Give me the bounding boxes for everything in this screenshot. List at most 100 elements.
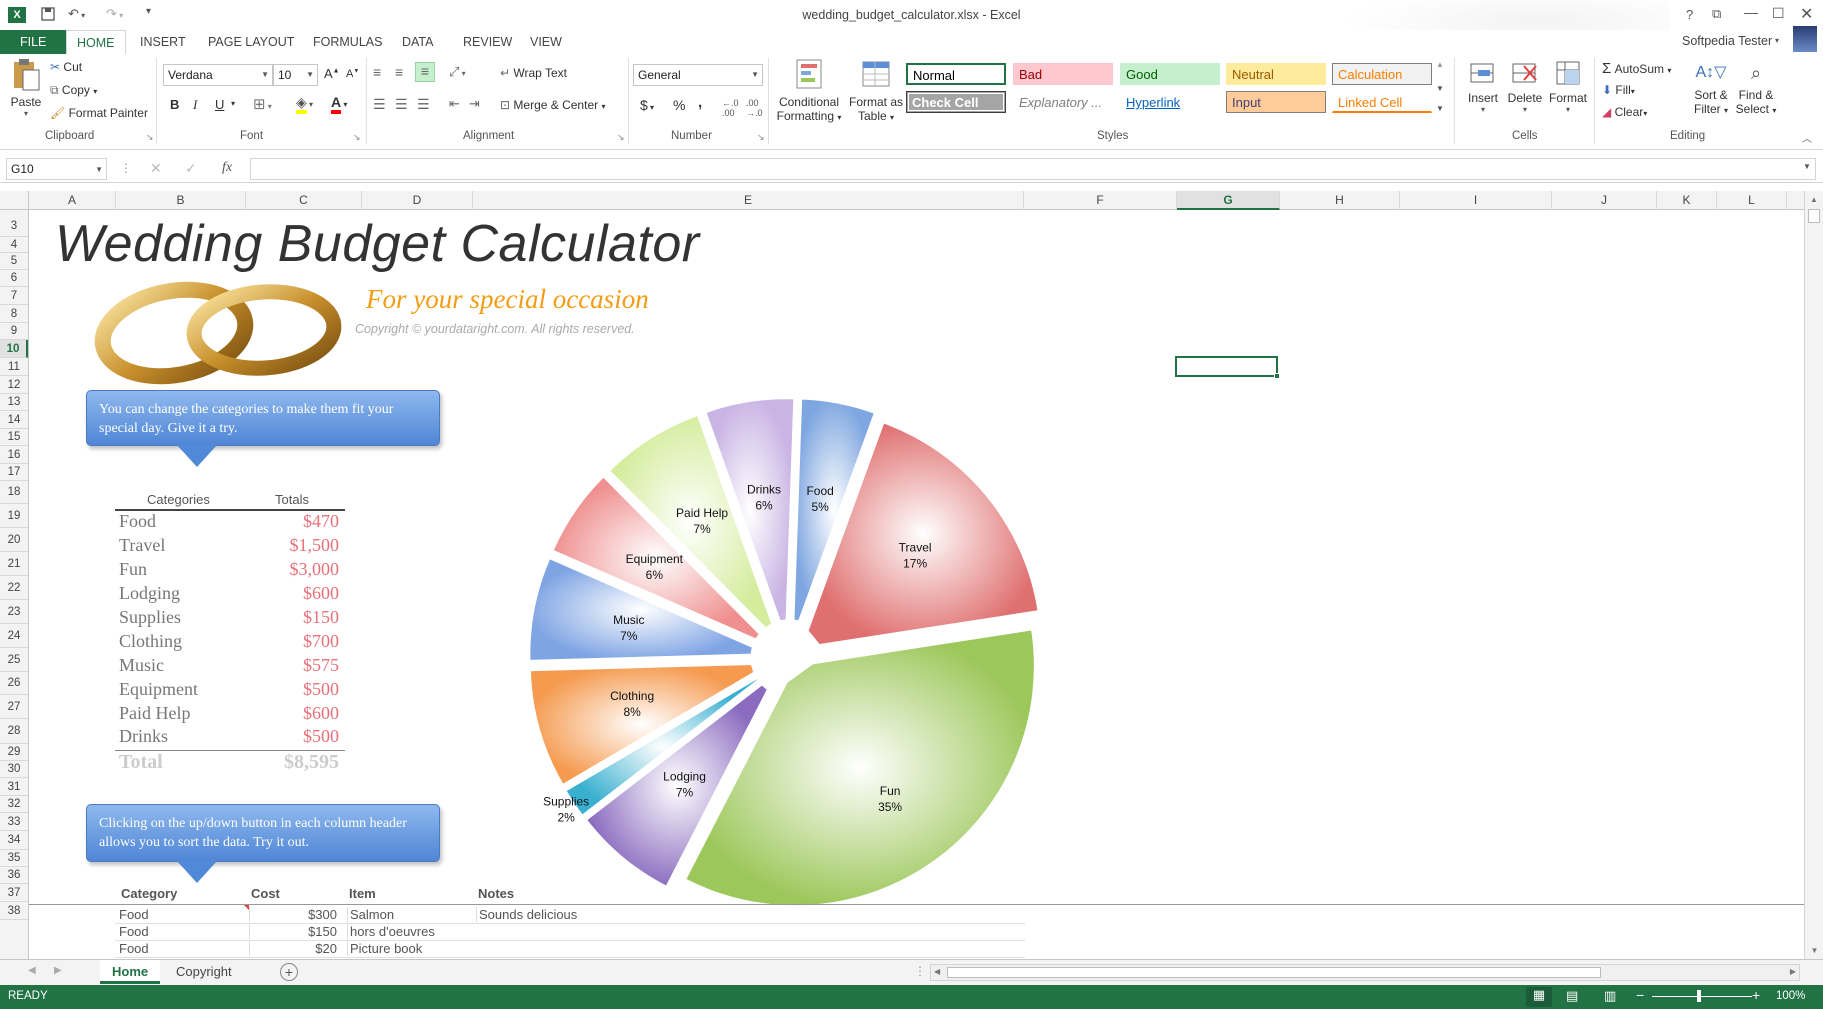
fill-color-icon[interactable]: ◈ ▾ xyxy=(296,94,313,114)
zoom-slider-thumb[interactable] xyxy=(1697,990,1701,1002)
fill-handle[interactable] xyxy=(1274,373,1280,379)
summary-amount[interactable]: $3,000 xyxy=(239,559,340,580)
summary-category[interactable]: Clothing xyxy=(119,631,182,652)
normal-view-icon[interactable]: ▦ xyxy=(1526,987,1552,1007)
zoom-in-icon[interactable]: + xyxy=(1752,987,1760,1003)
row-header-29[interactable]: 29 xyxy=(0,744,28,761)
increase-decimal-icon[interactable]: ←.0.00 xyxy=(722,98,739,118)
tab-view[interactable]: VIEW xyxy=(520,30,572,54)
detail-cell[interactable]: hors d'oeuvres xyxy=(347,924,475,939)
avatar[interactable] xyxy=(1793,26,1817,52)
underline-button[interactable]: U xyxy=(215,97,224,112)
tab-split-grip-icon[interactable]: ⋮ xyxy=(914,964,926,978)
column-header-d[interactable]: D xyxy=(362,191,473,210)
row-header-30[interactable]: 30 xyxy=(0,761,28,778)
orientation-icon[interactable]: ⤢ ▾ xyxy=(449,64,466,80)
tab-insert[interactable]: INSERT xyxy=(130,30,196,54)
row-header-25[interactable]: 25 xyxy=(0,648,28,672)
column-header-j[interactable]: J xyxy=(1552,191,1657,210)
minimize-button[interactable]: — xyxy=(1744,4,1758,20)
confirm-entry-icon[interactable]: ✓ xyxy=(185,160,197,177)
tab-data[interactable]: DATA xyxy=(392,30,443,54)
column-header-l[interactable]: L xyxy=(1717,191,1787,210)
selected-cell-g10[interactable] xyxy=(1175,356,1278,377)
detail-cell[interactable]: Food xyxy=(119,924,249,939)
cell-style-linked-cell[interactable]: Linked Cell xyxy=(1332,91,1432,113)
align-middle-icon[interactable]: ≡ xyxy=(395,64,403,80)
column-header-f[interactable]: F xyxy=(1024,191,1177,210)
align-top-icon[interactable]: ≡ xyxy=(373,64,381,80)
wrap-text-button[interactable]: ↵ Wrap Text xyxy=(500,66,567,80)
cell-style-calculation[interactable]: Calculation xyxy=(1332,63,1432,85)
summary-category[interactable]: Equipment xyxy=(119,679,198,700)
row-header-7[interactable]: 7 xyxy=(0,287,28,305)
font-color-icon[interactable]: A ▾ xyxy=(331,94,347,114)
row-header-38[interactable]: 38 xyxy=(0,902,28,920)
gallery-scroll-down-icon[interactable]: ▼ xyxy=(1436,84,1444,93)
summary-amount[interactable]: $600 xyxy=(239,583,339,604)
help-button[interactable]: ? xyxy=(1686,7,1693,22)
cell-style-input[interactable]: Input xyxy=(1226,91,1326,113)
row-header-31[interactable]: 31 xyxy=(0,778,28,796)
cut-button[interactable]: ✂ Cut xyxy=(50,60,82,74)
row-header-36[interactable]: 36 xyxy=(0,867,28,884)
paste-button[interactable]: Paste ▾ xyxy=(8,58,44,128)
summary-amount[interactable]: $575 xyxy=(239,655,339,676)
summary-header-totals[interactable]: Totals xyxy=(275,492,309,507)
row-header-33[interactable]: 33 xyxy=(0,813,28,831)
format-cells-button[interactable]: Format ▾ xyxy=(1546,58,1590,114)
column-header-e[interactable]: E xyxy=(473,191,1024,210)
summary-amount[interactable]: $470 xyxy=(239,511,339,532)
detail-cell[interactable]: Picture book xyxy=(347,941,475,956)
fill-button[interactable]: ⬇ Fill▾ xyxy=(1602,83,1635,97)
summary-category[interactable]: Drinks xyxy=(119,726,168,747)
gallery-more-icon[interactable]: ▼ xyxy=(1436,104,1444,113)
format-as-table-button[interactable]: Format as Table ▾ xyxy=(846,58,906,123)
row-header-9[interactable]: 9 xyxy=(0,323,28,340)
user-name[interactable]: Softpedia Tester xyxy=(1682,34,1772,48)
cell-style-neutral[interactable]: Neutral xyxy=(1226,63,1326,85)
cell-style-explanatory[interactable]: Explanatory ... xyxy=(1013,91,1113,113)
summary-category[interactable]: Fun xyxy=(119,559,147,580)
worksheet[interactable]: Wedding Budget Calculator For your speci… xyxy=(29,210,1804,959)
column-header-a[interactable]: A xyxy=(29,191,116,210)
tab-home[interactable]: HOME xyxy=(66,30,126,54)
close-button[interactable]: ✕ xyxy=(1800,4,1813,24)
row-header-32[interactable]: 32 xyxy=(0,796,28,813)
column-header-g[interactable]: G xyxy=(1177,191,1280,210)
format-painter-button[interactable]: 🖌 Format Painter xyxy=(50,106,148,120)
column-header-h[interactable]: H xyxy=(1280,191,1400,210)
detail-cell[interactable]: Sounds delicious xyxy=(476,907,1026,922)
row-header-20[interactable]: 20 xyxy=(0,528,28,552)
sheet-tab-copyright[interactable]: Copyright xyxy=(164,960,244,984)
delete-cells-button[interactable]: Delete ▾ xyxy=(1504,58,1546,114)
cell-style-hyperlink[interactable]: Hyperlink xyxy=(1120,91,1220,113)
prev-sheet-icon[interactable]: ◀ xyxy=(28,965,36,976)
decrease-decimal-icon[interactable]: .00 →.0 xyxy=(746,98,763,118)
row-header-13[interactable]: 13 xyxy=(0,394,28,411)
row-header-3[interactable]: 3 xyxy=(0,216,28,237)
detail-cell[interactable]: $150 xyxy=(249,924,341,939)
row-header-22[interactable]: 22 xyxy=(0,576,28,600)
row-header-37[interactable]: 37 xyxy=(0,884,28,902)
zoom-slider[interactable] xyxy=(1652,996,1752,997)
row-header-14[interactable]: 14 xyxy=(0,411,28,429)
cell-style-check-cell[interactable]: Check Cell xyxy=(906,91,1006,113)
maximize-button[interactable]: ☐ xyxy=(1772,5,1785,22)
select-all-button[interactable] xyxy=(0,191,29,210)
underline-dropdown-icon[interactable]: ▾ xyxy=(231,99,235,108)
detail-header-item[interactable]: Item xyxy=(349,886,376,901)
align-center-icon[interactable]: ☰ xyxy=(395,96,408,113)
horizontal-scrollbar[interactable]: ◀ ▶ xyxy=(930,964,1800,981)
row-header-34[interactable]: 34 xyxy=(0,831,28,850)
sort-filter-button[interactable]: A↕▽ Sort & Filter ▾ xyxy=(1690,58,1732,116)
row-header-28[interactable]: 28 xyxy=(0,719,28,744)
insert-function-button[interactable]: fx xyxy=(222,160,232,176)
vertical-scroll-thumb[interactable] xyxy=(1808,209,1820,223)
detail-cell[interactable]: $300 xyxy=(249,907,341,922)
row-header-19[interactable]: 19 xyxy=(0,504,28,528)
summary-category[interactable]: Food xyxy=(119,511,156,532)
row-header-16[interactable]: 16 xyxy=(0,446,28,464)
detail-cell[interactable]: $20 xyxy=(249,941,341,956)
summary-category[interactable]: Lodging xyxy=(119,583,180,604)
